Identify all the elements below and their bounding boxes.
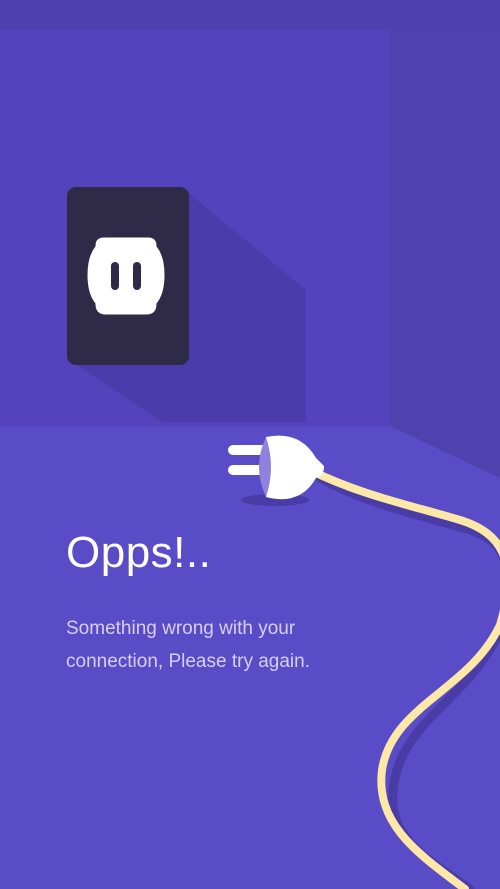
wall-socket-icon <box>67 187 189 365</box>
error-title: Opps!.. <box>66 528 212 577</box>
side-wall <box>390 30 500 478</box>
disconnected-illustration <box>0 30 500 889</box>
error-message: Something wrong with your connection, Pl… <box>66 618 310 672</box>
